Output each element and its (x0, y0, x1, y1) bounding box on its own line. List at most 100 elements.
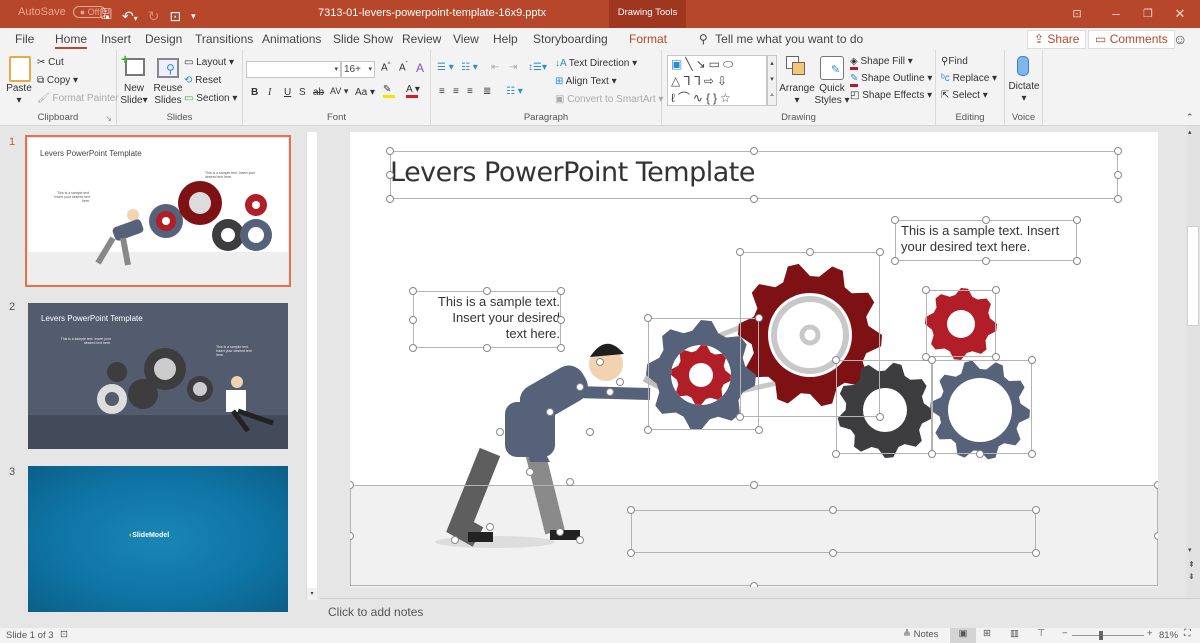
left-brace-icon[interactable]: { (706, 91, 713, 105)
slide-sorter-button[interactable]: ⊞ (983, 628, 991, 639)
zoom-out-button[interactable]: − (1062, 628, 1068, 639)
slide-thumbnail-1[interactable]: Levers PowerPoint Template This is a sam… (25, 135, 291, 287)
resize-handle[interactable] (627, 506, 635, 514)
redo-icon[interactable]: ↻ (148, 8, 160, 25)
customize-qa-icon[interactable]: ▾ (191, 11, 196, 22)
resize-handle[interactable] (928, 450, 936, 458)
accessibility-icon[interactable]: ⊡ (60, 629, 68, 640)
resize-handle[interactable] (386, 147, 394, 155)
normal-view-button[interactable]: ▣ (950, 628, 976, 643)
resize-handle[interactable] (1073, 216, 1081, 224)
resize-handle[interactable] (750, 195, 758, 203)
undo-icon[interactable]: ↶▾ (122, 8, 138, 25)
resize-handle[interactable] (1028, 356, 1036, 364)
zoom-slider-thumb[interactable] (1099, 631, 1104, 640)
shapes-gallery[interactable]: ▣╲↘▭⬭ △ᒣᒣ⇨⇩ ℓ⌒∿{}☆ (667, 55, 767, 106)
minimize-icon[interactable]: – (1104, 4, 1128, 24)
resize-handle[interactable] (556, 528, 564, 536)
comments-button[interactable]: ▭ Comments (1088, 30, 1175, 49)
slideshow-view-button[interactable]: ⊤ (1037, 628, 1045, 639)
resize-handle[interactable] (644, 314, 652, 322)
layout-button[interactable]: ▭ Layout ▾ (184, 57, 234, 68)
resize-handle[interactable] (829, 549, 837, 557)
zoom-slider[interactable] (1072, 631, 1144, 640)
resize-handle[interactable] (483, 287, 491, 295)
resize-handle[interactable] (486, 523, 494, 531)
strikethrough-button[interactable]: ab (313, 87, 324, 98)
justify-button[interactable]: ≣ (483, 86, 491, 97)
resize-handle[interactable] (586, 428, 594, 436)
resize-handle[interactable] (806, 248, 814, 256)
save-icon[interactable]: 🖫 (100, 4, 112, 28)
resize-handle[interactable] (736, 413, 744, 421)
resize-handle[interactable] (876, 248, 884, 256)
text-direction-button[interactable]: ↓A Text Direction ▾ (555, 58, 637, 69)
section-button[interactable]: ▭ Section ▾ (184, 93, 237, 104)
previous-slide-icon[interactable]: ⇞ (1188, 560, 1195, 569)
scroll-down-arrow[interactable]: ▾ (1188, 546, 1192, 554)
resize-handle[interactable] (386, 195, 394, 203)
dialog-launcher-icon[interactable]: ↘ (105, 114, 112, 123)
freeform-shape-icon[interactable]: ℓ (671, 91, 678, 105)
resize-handle[interactable] (832, 356, 840, 364)
resize-handle[interactable] (483, 344, 491, 352)
line-shape-icon[interactable]: ╲ (685, 57, 695, 71)
elbow-arrow-icon[interactable]: ᒣ (694, 74, 704, 88)
font-name-input[interactable]: ▾ (246, 61, 341, 78)
close-icon[interactable]: ✕ (1168, 4, 1192, 24)
resize-handle[interactable] (526, 468, 534, 476)
resize-handle[interactable] (386, 171, 394, 179)
resize-handle[interactable] (557, 316, 565, 324)
resize-handle[interactable] (829, 506, 837, 514)
tab-format[interactable]: Format (629, 32, 667, 46)
resize-handle[interactable] (557, 287, 565, 295)
shadow-button[interactable]: S (299, 87, 306, 98)
elbow-connector-icon[interactable]: ᒣ (683, 74, 693, 88)
resize-handle[interactable] (496, 428, 504, 436)
shape-effects-button[interactable]: ◰ Shape Effects ▾ (850, 90, 932, 101)
notes-placeholder[interactable]: Click to add notes (328, 605, 423, 619)
resize-handle[interactable] (627, 549, 635, 557)
resize-handle[interactable] (876, 413, 884, 421)
resize-handle[interactable] (576, 536, 584, 544)
slide-thumbnail-3[interactable]: ◖SlideModel (28, 466, 288, 612)
resize-handle[interactable] (982, 257, 990, 265)
resize-handle[interactable] (1154, 481, 1158, 489)
paste-icon[interactable] (9, 56, 31, 82)
resize-handle[interactable] (616, 378, 624, 386)
resize-handle[interactable] (451, 536, 459, 544)
tab-animations[interactable]: Animations (262, 32, 321, 46)
highlight-button[interactable]: ✎ (383, 84, 395, 98)
clear-formatting-icon[interactable]: A (416, 61, 424, 75)
tab-view[interactable]: View (453, 32, 479, 46)
oval-shape-icon[interactable]: ⬭ (723, 57, 736, 71)
down-arrow-shape-icon[interactable]: ⇩ (717, 74, 730, 88)
shrink-font-button[interactable]: Aˇ (399, 62, 408, 73)
current-slide[interactable]: Levers PowerPoint Template This is a sam… (350, 132, 1158, 587)
resize-handle[interactable] (644, 426, 652, 434)
star-shape-icon[interactable]: ☆ (720, 91, 734, 105)
resize-handle[interactable] (982, 216, 990, 224)
arrow-line-shape-icon[interactable]: ↘ (696, 57, 709, 71)
thumbnail-scrollbar[interactable]: ▾ (306, 132, 317, 600)
italic-button[interactable]: I (268, 87, 271, 98)
arc-shape-icon[interactable]: ⌒ (678, 91, 693, 105)
character-spacing-button[interactable]: AV ▾ (330, 86, 348, 97)
resize-handle[interactable] (1032, 506, 1040, 514)
convert-smartart-button[interactable]: ▣ Convert to SmartArt ▾ (555, 94, 663, 105)
resize-handle[interactable] (1114, 195, 1122, 203)
resize-handle[interactable] (1073, 257, 1081, 265)
quick-styles-button[interactable]: Quick Styles ▾ (814, 83, 850, 107)
feedback-smiley-icon[interactable]: ☺ (1173, 31, 1187, 47)
scroll-down-arrow[interactable]: ▾ (307, 588, 317, 600)
paste-button[interactable]: Paste ▾ (4, 83, 34, 107)
select-button[interactable]: ⇱ Select ▾ (941, 90, 988, 101)
resize-handle[interactable] (928, 356, 936, 364)
resize-handle[interactable] (992, 286, 1000, 294)
bold-button[interactable]: B (251, 87, 258, 98)
change-case-button[interactable]: Aa ▾ (355, 87, 375, 98)
triangle-shape-icon[interactable]: △ (671, 74, 683, 88)
numbering-button[interactable]: ☷ ▾ (461, 62, 478, 73)
present-icon[interactable]: ⊡ (169, 8, 181, 25)
share-button[interactable]: ⇪ Share (1027, 30, 1087, 49)
